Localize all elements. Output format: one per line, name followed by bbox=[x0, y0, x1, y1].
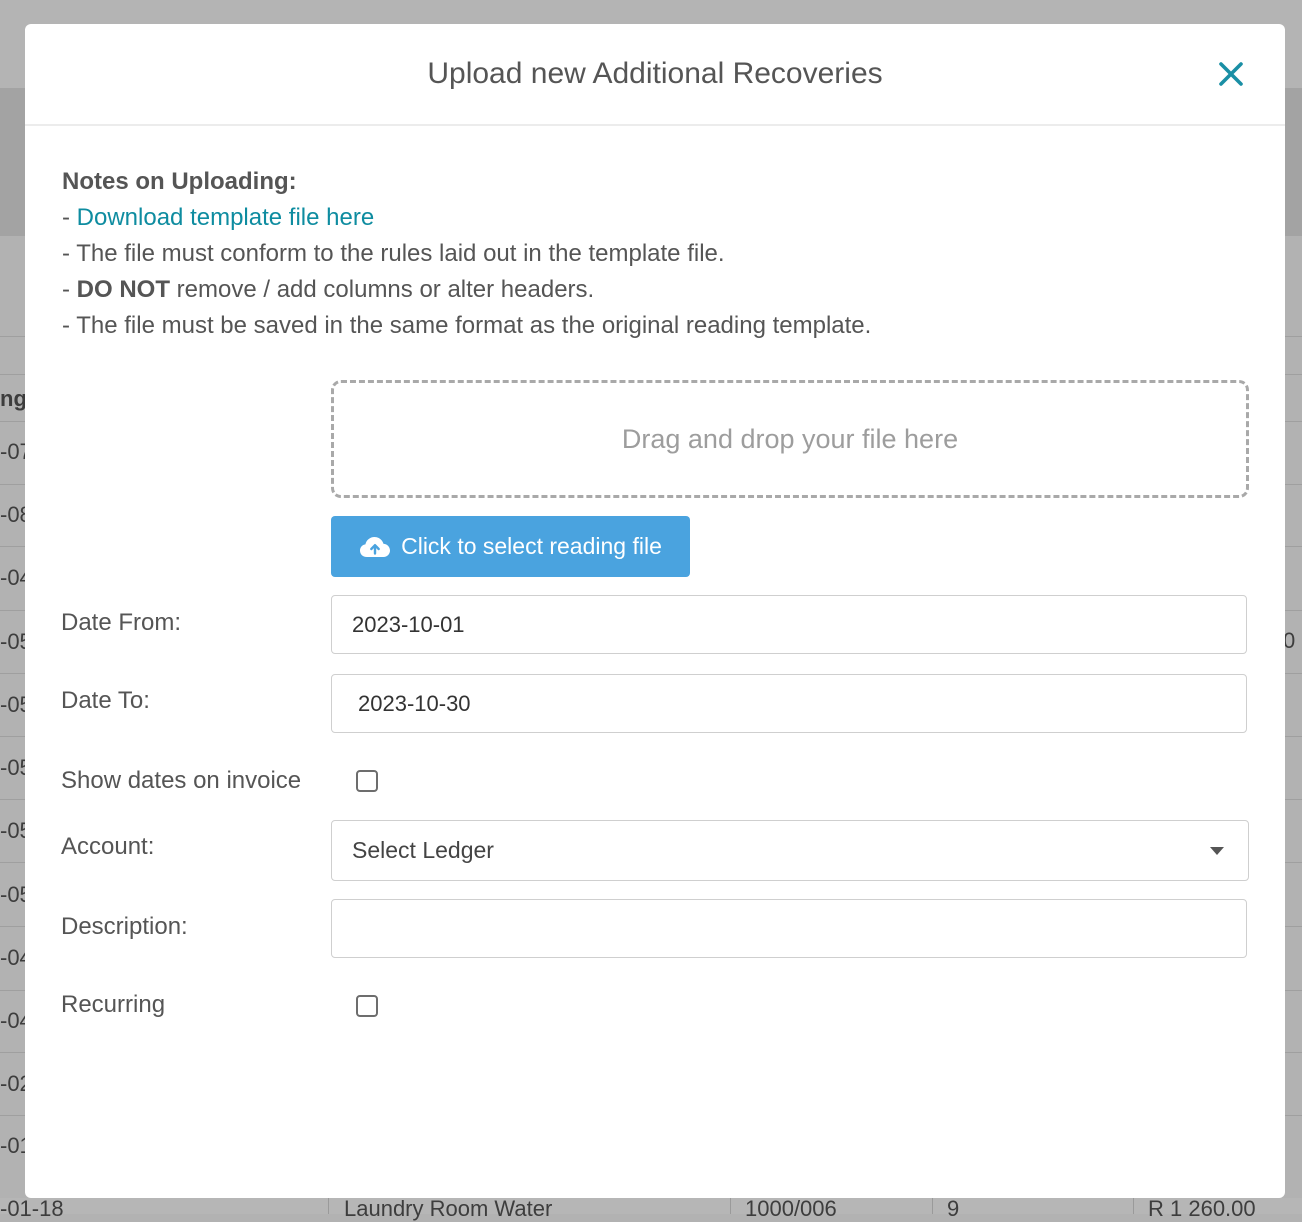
notes-rule: - DO NOT remove / add columns or alter h… bbox=[62, 276, 595, 303]
background-column-divider bbox=[730, 1198, 731, 1214]
dropzone-text: Drag and drop your file here bbox=[621, 423, 959, 454]
background-cell: Laundry Room Water bbox=[344, 1196, 553, 1221]
background-column-divider bbox=[1133, 1198, 1134, 1214]
description-input[interactable] bbox=[331, 899, 1247, 958]
notes-dash: - bbox=[62, 204, 77, 231]
modal-header: Upload new Additional Recoveries bbox=[25, 24, 1285, 126]
close-button[interactable] bbox=[1213, 56, 1249, 92]
select-file-button-label: Click to select reading file bbox=[401, 533, 662, 559]
modal-title: Upload new Additional Recoveries bbox=[427, 57, 883, 90]
show-dates-label: Show dates on invoice bbox=[61, 767, 302, 794]
date-from-input[interactable] bbox=[331, 595, 1247, 654]
file-dropzone[interactable]: Drag and drop your file here bbox=[331, 380, 1249, 498]
notes-rule: - The file must be saved in the same for… bbox=[62, 312, 872, 339]
cloud-upload-icon bbox=[360, 536, 391, 557]
date-to-input[interactable] bbox=[331, 674, 1247, 733]
background-column-divider bbox=[932, 1198, 933, 1214]
notes-download-line: - Download template file here bbox=[62, 200, 1242, 236]
recurring-checkbox[interactable] bbox=[356, 995, 378, 1017]
select-reading-file-button[interactable]: Click to select reading file bbox=[331, 516, 690, 577]
date-to-label: Date To: bbox=[61, 687, 150, 714]
background-cell: 1000/006 bbox=[745, 1196, 837, 1221]
account-select[interactable]: Select Ledger bbox=[331, 820, 1249, 881]
download-template-link[interactable]: Download template file here bbox=[77, 204, 375, 231]
date-from-label: Date From: bbox=[61, 609, 182, 636]
show-dates-checkbox[interactable] bbox=[356, 770, 378, 792]
background-cell: -01-18 bbox=[0, 1196, 64, 1221]
notes-rule-text: remove / add columns or alter headers. bbox=[170, 276, 595, 303]
description-label: Description: bbox=[61, 913, 188, 940]
notes-heading: Notes on Uploading: bbox=[62, 168, 297, 195]
notes-rule: - The file must conform to the rules lai… bbox=[62, 240, 725, 267]
recurring-label: Recurring bbox=[61, 991, 166, 1018]
close-icon bbox=[1219, 62, 1243, 86]
background-cell: 9 bbox=[947, 1196, 960, 1221]
background-bottom-row bbox=[0, 1198, 1302, 1214]
upload-recoveries-modal: Upload new Additional Recoveries Notes o… bbox=[25, 24, 1285, 1198]
notes-rule-emphasis: DO NOT bbox=[76, 276, 170, 303]
upload-notes: Notes on Uploading: - Download template … bbox=[62, 164, 1242, 344]
account-label: Account: bbox=[61, 833, 155, 860]
caret-down-icon bbox=[1210, 847, 1224, 855]
background-cell: R 1 260.00 bbox=[1148, 1196, 1256, 1221]
account-selected-value: Select Ledger bbox=[352, 837, 494, 863]
background-column-divider bbox=[328, 1198, 329, 1214]
